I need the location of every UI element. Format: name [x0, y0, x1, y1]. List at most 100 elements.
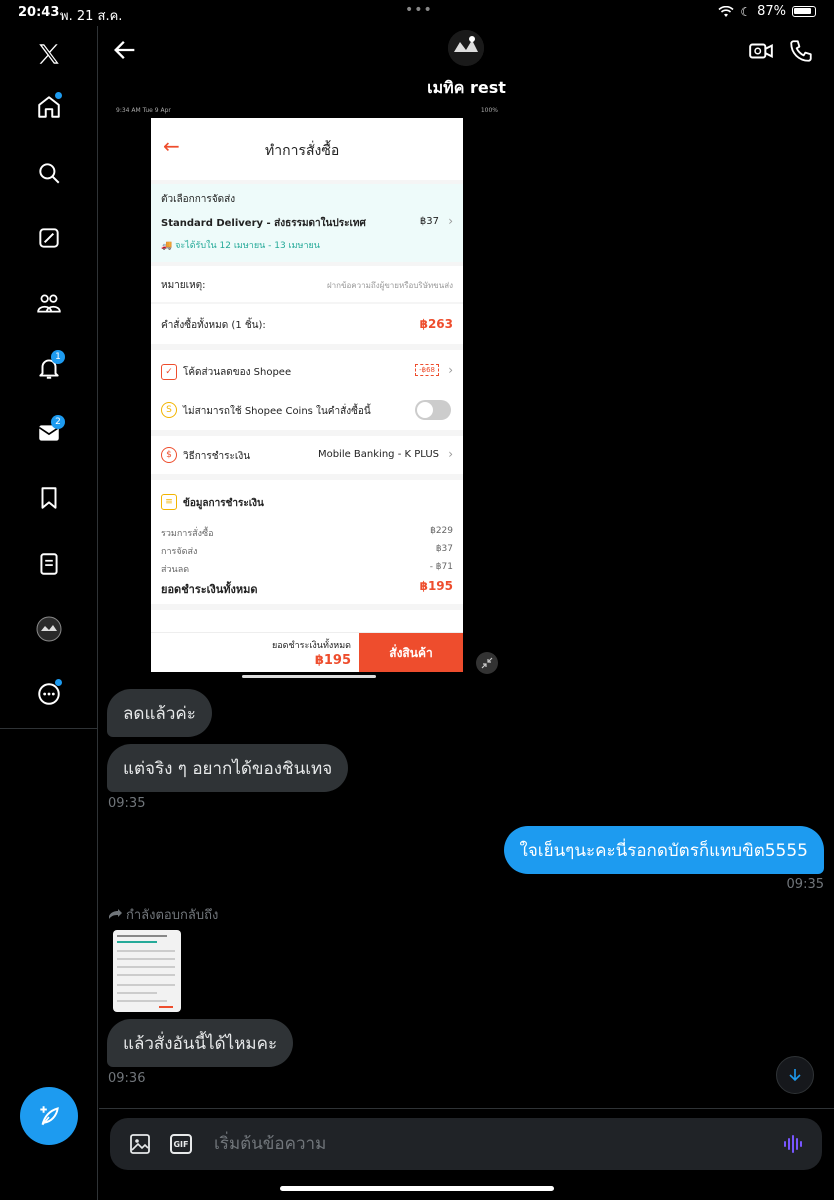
message-input[interactable]: [214, 1128, 754, 1160]
payment-info-section: ≡ ข้อมูลการชำระเงิน รวมการสั่งซื้อ ฿229 …: [151, 480, 463, 604]
wifi-icon: [718, 5, 734, 17]
battery-icon: [792, 6, 816, 17]
contact-avatar[interactable]: [448, 30, 484, 66]
moon-icon: ☾: [740, 4, 752, 19]
payment-method-section: $ วิธีการชำระเงิน Mobile Banking - K PLU…: [151, 436, 463, 474]
note-label: หมายเหตุ:: [161, 280, 206, 291]
note-placeholder: ฝากข้อความถึงผู้ขายหรือบริษัทขนส่ง: [326, 281, 453, 290]
checkout-back-arrow-icon: ←: [163, 134, 180, 158]
message-timestamp: 09:35: [786, 877, 824, 892]
lists-icon[interactable]: [29, 544, 69, 584]
voucher-icon: ✓: [161, 364, 177, 380]
grok-icon[interactable]: [29, 218, 69, 258]
image-icon[interactable]: [128, 1132, 152, 1156]
checkout-title: ทำการสั่งซื้อ: [265, 143, 340, 159]
message-composer: GIF: [110, 1118, 822, 1170]
gif-button[interactable]: GIF: [170, 1134, 192, 1154]
summary-row-label: ส่วนลด: [161, 565, 190, 575]
message-bubble-incoming[interactable]: แต่จริง ๆ อยากได้ของชินเทจ: [107, 744, 349, 792]
attachment-status-date: Tue 9 Apr: [142, 107, 171, 114]
message-bubble-outgoing[interactable]: ใจเย็นๆนะคะนี่รอกดบัตรก็แทบขิต5555: [503, 826, 824, 874]
battery-percent: 87%: [757, 4, 786, 19]
coins-label: ไม่สามารถใช้ Shopee Coins ในคำสั่งซื้อนี…: [183, 406, 371, 417]
shipping-eta: 🚚 จะได้รับใน 12 เมษายน - 13 เมษายน: [161, 241, 320, 251]
compose-message-button[interactable]: [20, 1087, 78, 1145]
grand-total-label: ยอดชำระเงินทั้งหมด: [161, 583, 258, 596]
attached-screenshot[interactable]: 9:34 AM Tue 9 Apr 100% ← ทำการสั่งซื้อ ต…: [114, 104, 504, 680]
more-icon[interactable]: [29, 674, 69, 714]
home-icon[interactable]: [29, 87, 69, 127]
attachment-status-bar: 9:34 AM Tue 9 Apr 100%: [116, 107, 502, 114]
collapse-media-icon[interactable]: [476, 652, 498, 674]
payment-label: วิธีการชำระเงิน: [183, 451, 251, 462]
summary-row-label: รวมการสั่งซื้อ: [161, 529, 214, 539]
voucher-value: -฿68: [415, 364, 439, 376]
checkout-header: ← ทำการสั่งซื้อ: [151, 118, 463, 180]
shopee-checkout-screen: ← ทำการสั่งซื้อ ตัวเลือกการจัดส่ง Standa…: [151, 118, 463, 672]
x-logo-icon[interactable]: [29, 34, 69, 74]
bottom-total-label: ยอดชำระเงินทั้งหมด: [271, 641, 351, 651]
home-dot: [55, 92, 62, 99]
phone-call-icon[interactable]: [788, 38, 814, 64]
shipping-section: ตัวเลือกการจัดส่ง Standard Delivery - ส่…: [151, 184, 463, 262]
reply-label-text: กำลังตอบกลับถึง: [126, 908, 219, 923]
home-indicator: [280, 1186, 554, 1191]
attachment-home-indicator: [242, 675, 376, 678]
summary-row-value: - ฿71: [429, 562, 453, 572]
message-timestamp: 09:35: [108, 796, 146, 811]
multitask-dots-icon[interactable]: •••: [405, 2, 433, 18]
status-time: 20:43: [18, 5, 60, 20]
more-dot: [55, 679, 62, 686]
coins-toggle: [415, 400, 451, 420]
sidebar-divider: [0, 728, 98, 729]
payment-chevron-icon: ›: [448, 447, 453, 461]
message-timestamp: 09:36: [108, 1071, 146, 1086]
voucher-chevron-icon: ›: [448, 363, 453, 377]
message-bubble-incoming[interactable]: ลดแล้วค่ะ: [107, 689, 212, 737]
messages-envelope-icon[interactable]: 2: [29, 413, 69, 453]
attachment-status-battery: 100%: [480, 107, 498, 114]
feather-plus-icon: [40, 1106, 59, 1126]
order-total-label: คำสั่งซื้อทั้งหมด (1 ชิ้น):: [161, 320, 266, 331]
order-total-section: คำสั่งซื้อทั้งหมด (1 ชิ้น): ฿263: [151, 304, 463, 344]
status-date: พ. 21 ส.ค.: [60, 9, 123, 24]
search-icon[interactable]: [29, 153, 69, 193]
cutoff-section: [151, 610, 463, 632]
communities-icon[interactable]: [29, 283, 69, 323]
profile-avatar[interactable]: [29, 609, 69, 649]
attachment-status-time: 9:34 AM: [116, 107, 141, 114]
coins-icon: S: [161, 402, 177, 418]
composer-divider: [99, 1108, 834, 1109]
contact-name[interactable]: เมทิค rest: [99, 76, 834, 101]
summary-row-label: การจัดส่ง: [161, 547, 198, 557]
voice-message-icon[interactable]: [782, 1132, 806, 1156]
note-section: หมายเหตุ: ฝากข้อความถึงผู้ขายหรือบริษัทข…: [151, 266, 463, 302]
checkout-bottom-bar: ยอดชำระเงินทั้งหมด ฿195 สั่งสินค้า: [151, 632, 463, 672]
shipping-chevron-icon: ›: [448, 214, 453, 228]
back-arrow-icon[interactable]: [111, 36, 139, 64]
bottom-total-value: ฿195: [314, 653, 351, 668]
voucher-label: โค้ดส่วนลดของ Shopee: [183, 367, 292, 378]
sidebar: 1 2: [0, 26, 98, 1200]
payment-info-title: ข้อมูลการชำระเงิน: [183, 498, 264, 509]
shipping-method: Standard Delivery - ส่งธรรมดาในประเทศ: [161, 218, 366, 229]
voucher-section: ✓ โค้ดส่วนลดของ Shopee -฿68 › S ไม่สามาร…: [151, 350, 463, 430]
reply-arrow-icon: [109, 908, 122, 919]
order-total-value: ฿263: [419, 317, 453, 331]
reply-indicator: กำลังตอบกลับถึง: [108, 904, 218, 925]
place-order-button: สั่งสินค้า: [359, 633, 463, 672]
notifications-badge: 1: [51, 350, 65, 364]
arrow-down-icon: [789, 1069, 801, 1082]
reply-thumbnail[interactable]: [113, 930, 181, 1012]
scroll-to-bottom-button[interactable]: [776, 1056, 814, 1094]
bookmarks-icon[interactable]: [29, 478, 69, 518]
summary-row-value: ฿229: [430, 526, 453, 536]
summary-row-value: ฿37: [435, 544, 453, 554]
message-bubble-incoming[interactable]: แล้วสั่งอันนี้ได้ไหมคะ: [107, 1019, 294, 1067]
payment-info-icon: ≡: [161, 494, 177, 510]
notifications-bell-icon[interactable]: 1: [29, 348, 69, 388]
payment-value: Mobile Banking - K PLUS: [317, 449, 439, 460]
video-call-icon[interactable]: [748, 38, 774, 64]
shipping-label: ตัวเลือกการจัดส่ง: [161, 194, 236, 205]
grand-total-value: ฿195: [419, 579, 453, 593]
